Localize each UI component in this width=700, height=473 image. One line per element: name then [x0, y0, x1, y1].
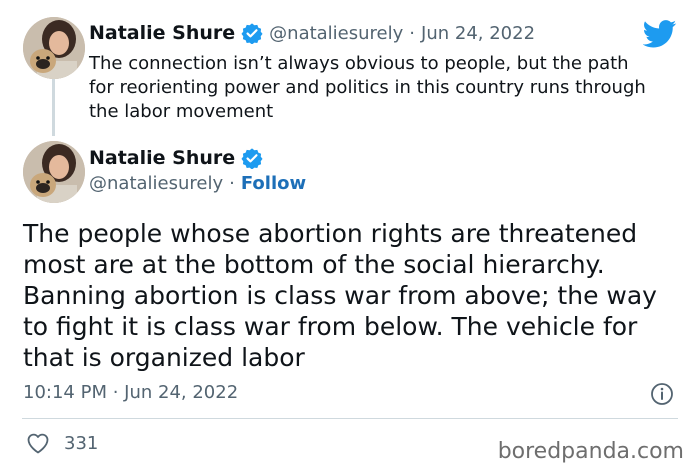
main-tweet-text: The people whose abortion rights are thr…: [23, 219, 657, 372]
divider: [22, 418, 678, 419]
like-count: 331: [64, 432, 99, 454]
avatar-photo: [23, 17, 85, 79]
watermark: boredpanda.com: [497, 439, 684, 464]
verified-badge-icon: [241, 148, 263, 169]
heart-icon[interactable]: [26, 432, 50, 454]
avatar-photo: [23, 141, 85, 203]
thread-connector-line: [52, 79, 55, 136]
reply-author-handle[interactable]: @nataliesurely: [269, 23, 403, 44]
twitter-bird-icon[interactable]: [643, 20, 677, 48]
meta-separator: ·: [229, 173, 235, 194]
reply-tweet-header: Natalie Shure @nataliesurely · Jun 24, 2…: [89, 22, 535, 44]
reply-tweet-text: The connection isn’t always obvious to p…: [89, 53, 646, 122]
main-author-handle[interactable]: @nataliesurely: [89, 173, 223, 194]
reply-tweet-date[interactable]: Jun 24, 2022: [421, 23, 535, 44]
verified-badge-icon: [241, 23, 263, 44]
main-author-avatar[interactable]: [23, 141, 85, 203]
follow-button[interactable]: Follow: [241, 173, 306, 194]
main-tweet-timestamp[interactable]: 10:14 PM · Jun 24, 2022: [23, 382, 238, 403]
like-action[interactable]: 331: [26, 432, 98, 454]
meta-separator: ·: [409, 22, 416, 44]
tweet-screenshot: { "reply_tweet": { "author_name": "Natal…: [0, 0, 700, 473]
main-author-name-row: Natalie Shure: [89, 147, 263, 169]
info-icon[interactable]: [650, 382, 674, 406]
reply-author-name[interactable]: Natalie Shure: [89, 22, 235, 44]
main-author-handle-row: @nataliesurely · Follow: [89, 173, 306, 194]
reply-author-avatar[interactable]: [23, 17, 85, 79]
main-author-name[interactable]: Natalie Shure: [89, 147, 235, 169]
